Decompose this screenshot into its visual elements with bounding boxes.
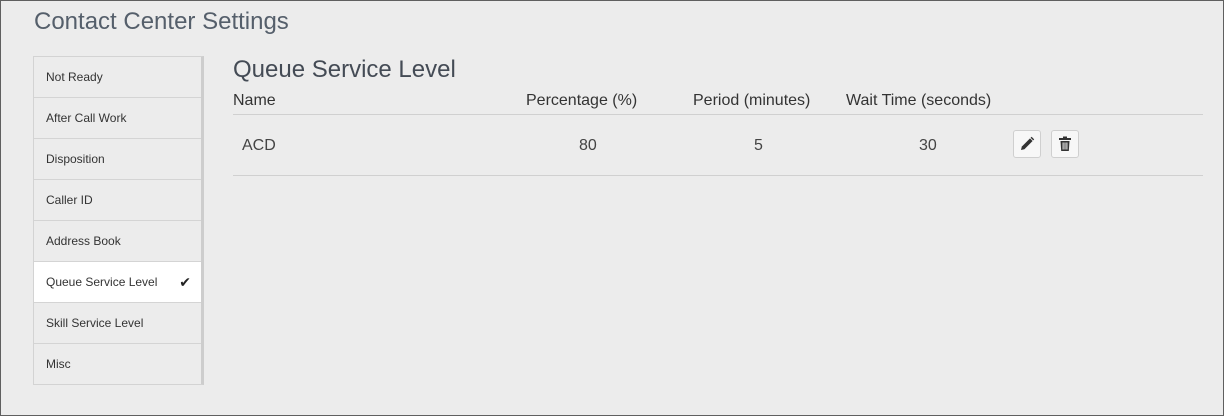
sidebar-item-disposition[interactable]: Disposition xyxy=(34,139,201,180)
sidebar-item-label: After Call Work xyxy=(46,111,127,125)
edit-button[interactable] xyxy=(1013,130,1041,158)
sidebar-item-label: Disposition xyxy=(46,152,105,166)
sidebar-item-caller-id[interactable]: Caller ID xyxy=(34,180,201,221)
table-header: Name Percentage (%) Period (minutes) Wai… xyxy=(233,91,1203,115)
sidebar-item-label: Misc xyxy=(46,357,71,371)
cell-wait-time: 30 xyxy=(919,137,937,154)
table-row: ACD 80 5 30 xyxy=(233,115,1203,176)
sidebar-item-misc[interactable]: Misc xyxy=(34,344,201,384)
settings-sidebar: Not Ready After Call Work Disposition Ca… xyxy=(33,56,204,385)
settings-window: Contact Center Settings Not Ready After … xyxy=(0,0,1224,416)
sidebar-item-after-call-work[interactable]: After Call Work xyxy=(34,98,201,139)
delete-button[interactable] xyxy=(1051,130,1079,158)
cell-name: ACD xyxy=(242,137,276,154)
sidebar-item-label: Skill Service Level xyxy=(46,316,144,330)
column-header-name: Name xyxy=(233,92,276,109)
sidebar-item-not-ready[interactable]: Not Ready xyxy=(34,57,201,98)
column-header-period: Period (minutes) xyxy=(693,92,811,109)
cell-period: 5 xyxy=(754,137,763,154)
section-title: Queue Service Level xyxy=(233,56,456,83)
cell-percentage: 80 xyxy=(579,137,597,154)
sidebar-item-skill-service-level[interactable]: Skill Service Level xyxy=(34,303,201,344)
sidebar-item-label: Address Book xyxy=(46,234,121,248)
sidebar-item-label: Caller ID xyxy=(46,193,93,207)
pencil-icon xyxy=(1021,136,1035,150)
column-header-wait-time: Wait Time (seconds) xyxy=(846,92,992,109)
sidebar-item-address-book[interactable]: Address Book xyxy=(34,221,201,262)
sidebar-item-queue-service-level[interactable]: Queue Service Level ✔ xyxy=(34,262,201,303)
sidebar-item-label: Not Ready xyxy=(46,70,103,84)
sidebar-item-label: Queue Service Level xyxy=(46,275,158,289)
checkmark-icon: ✔ xyxy=(179,274,191,290)
page-title: Contact Center Settings xyxy=(34,8,289,35)
column-header-percentage: Percentage (%) xyxy=(526,92,638,109)
trash-icon xyxy=(1059,136,1071,151)
